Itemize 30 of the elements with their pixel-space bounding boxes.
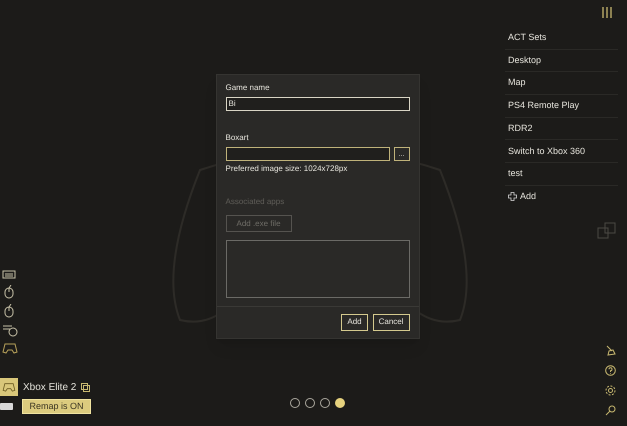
profile-item[interactable]: Map: [505, 72, 618, 96]
keyboard-clock-icon[interactable]: [2, 323, 18, 337]
field-label: Boxart: [226, 132, 250, 144]
profile-item[interactable]: PS4 Remote Play: [505, 95, 618, 118]
profile-item[interactable]: test: [505, 163, 618, 186]
gamepad-icon[interactable]: [2, 342, 18, 354]
battery-icon: [0, 403, 14, 410]
mouse-icon[interactable]: [2, 285, 16, 299]
hint-text: Preferred image size: 1024x728px: [226, 163, 348, 175]
settings-icon[interactable]: [605, 385, 616, 396]
remap-button[interactable]: Remap is ON: [22, 399, 91, 414]
gamepad-tile[interactable]: [0, 378, 18, 396]
profile-item[interactable]: Desktop: [505, 50, 618, 72]
plus-icon: [508, 192, 517, 202]
menu-icon[interactable]: [602, 7, 612, 18]
field-label: Game name: [226, 82, 271, 94]
profile-item[interactable]: ACT Sets: [505, 27, 618, 50]
add-profile-link[interactable]: Add: [520, 190, 536, 204]
gamepad-icon: [2, 382, 16, 392]
cancel-button[interactable]: Cancel: [372, 314, 410, 330]
profile-item[interactable]: Switch to Xbox 360: [505, 140, 618, 164]
game-name-field[interactable]: Bi: [226, 97, 410, 111]
boxart-field[interactable]: [226, 147, 390, 161]
mouse-icon[interactable]: [2, 304, 16, 318]
profile-item[interactable]: RDR2: [505, 118, 618, 140]
help-icon[interactable]: [605, 365, 616, 376]
add-button[interactable]: Add: [341, 314, 368, 330]
device-name: Xbox Elite 2: [23, 380, 76, 394]
copy-icon[interactable]: [81, 382, 90, 392]
keyboard-icon[interactable]: [2, 268, 16, 280]
